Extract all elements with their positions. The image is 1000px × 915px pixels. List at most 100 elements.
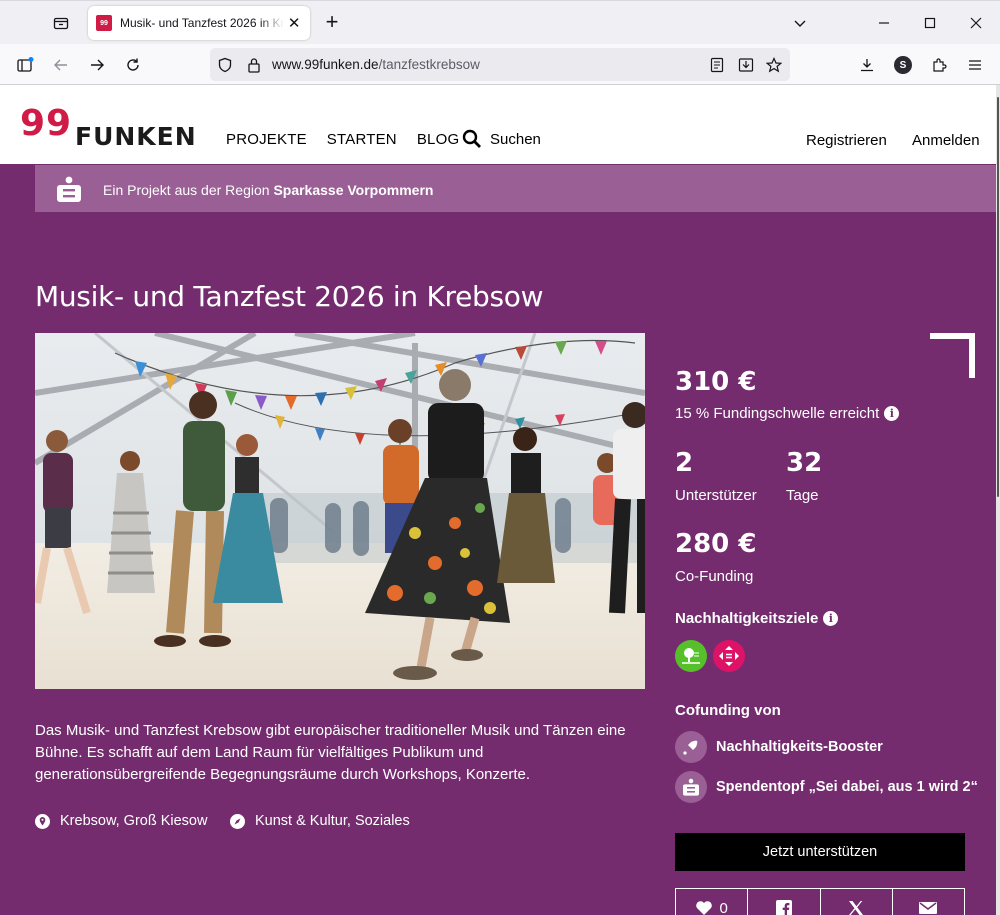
url-text[interactable]: www.99funken.de/tanzfestkrebsow	[272, 57, 480, 72]
like-button[interactable]: 0	[676, 889, 749, 915]
url-path: /tanzfestkrebsow	[378, 57, 480, 72]
account-avatar[interactable]: S	[890, 52, 916, 78]
cofunding-label: Co-Funding	[675, 568, 754, 585]
account-initial: S	[894, 56, 912, 74]
sustainability-heading-text: Nachhaltigkeitsziele	[675, 610, 819, 627]
cofunding-heading: Cofunding von	[675, 702, 781, 720]
sustainability-booster-icon	[675, 731, 707, 763]
cofunding-label-wrap: Co-Funding	[675, 568, 753, 586]
region-text: Ein Projekt aus der Region Sparkasse Vor…	[103, 182, 433, 198]
x-icon	[849, 901, 864, 915]
cofunding-value: 280 €	[675, 529, 757, 559]
back-icon[interactable]	[48, 52, 74, 78]
tab-list-icon[interactable]	[48, 11, 74, 35]
sparkasse-icon	[675, 771, 707, 803]
url-bar[interactable]: www.99funken.de/tanzfestkrebsow	[210, 48, 790, 81]
maximize-icon[interactable]	[918, 11, 942, 35]
supporters-value: 2	[675, 448, 694, 478]
nav-starten[interactable]: STARTEN	[327, 131, 397, 148]
page-scrollbar[interactable]	[996, 85, 1000, 915]
forward-icon[interactable]	[84, 52, 110, 78]
region-banner: Ein Projekt aus der Region Sparkasse Vor…	[35, 165, 996, 212]
project-hero-image	[35, 333, 645, 689]
cofunding-heading-text: Cofunding von	[675, 702, 781, 719]
cofunder-sustainability-booster[interactable]: Nachhaltigkeits-Booster	[675, 731, 883, 763]
corner-bracket-decoration	[930, 333, 975, 378]
days-count: 32	[786, 448, 822, 478]
project-title: Musik- und Tanzfest 2026 in Krebsow	[35, 280, 544, 313]
bookmark-star-icon[interactable]	[763, 54, 785, 76]
lock-icon[interactable]	[243, 54, 265, 76]
search-label: Suchen	[490, 130, 541, 148]
login-link[interactable]: Anmelden	[912, 132, 980, 149]
search-icon	[462, 129, 481, 148]
funding-amount-value: 310 €	[675, 367, 757, 397]
browser-navbar: www.99funken.de/tanzfestkrebsow S	[0, 44, 1000, 85]
location-pin-icon	[35, 813, 50, 829]
reader-view-icon[interactable]	[706, 54, 728, 76]
project-description: Das Musik- und Tanzfest Krebsow gibt eur…	[35, 722, 626, 783]
url-host: www.99funken.de	[272, 57, 379, 72]
sidebar-icon[interactable]	[12, 52, 38, 78]
menu-icon[interactable]	[962, 52, 988, 78]
logo-funken: FUNKEN	[75, 122, 197, 151]
downloads-icon[interactable]	[854, 52, 880, 78]
new-tab-icon[interactable]: +	[320, 11, 344, 35]
main-nav: PROJEKTE STARTEN BLOG	[226, 131, 459, 148]
info-icon[interactable]: i	[823, 611, 839, 626]
share-x-button[interactable]	[821, 889, 893, 915]
supporters-label-wrap: Unterstützer	[675, 487, 757, 505]
tab-title: Musik- und Tanzfest 2026 in Krebsow	[120, 16, 285, 30]
cofunding-amount: 280 €	[675, 529, 756, 559]
tab-overflow-chevron-icon[interactable]	[788, 11, 812, 35]
region-bank[interactable]: Sparkasse Vorpommern	[273, 182, 433, 198]
sdg-life-on-land-icon[interactable]	[675, 640, 707, 672]
active-tab[interactable]: 99 Musik- und Tanzfest 2026 in Krebsow ✕	[88, 6, 310, 40]
days-value: 32	[786, 448, 823, 478]
minimize-icon[interactable]	[872, 11, 896, 35]
search-button[interactable]: Suchen	[462, 129, 541, 149]
nav-projekte[interactable]: PROJEKTE	[226, 131, 307, 148]
browser-tabbar: 99 Musik- und Tanzfest 2026 in Krebsow ✕…	[0, 0, 1000, 44]
sustainability-heading: Nachhaltigkeitsziele i	[675, 610, 839, 628]
project-page: 99 FUNKEN PROJEKTE STARTEN BLOG Suchen R…	[0, 85, 996, 915]
reload-icon[interactable]	[120, 52, 146, 78]
categories-text: Kunst & Kultur, Soziales	[255, 813, 410, 829]
compass-icon	[230, 813, 245, 829]
days-label: Tage	[786, 487, 819, 504]
sparkasse-icon	[57, 176, 81, 202]
days-label-wrap: Tage	[786, 487, 819, 505]
threshold-text: 15 % Fundingschwelle erreicht	[675, 405, 880, 422]
like-count: 0	[719, 899, 728, 915]
nav-blog[interactable]: BLOG	[417, 131, 459, 148]
tab-close-icon[interactable]: ✕	[286, 14, 302, 32]
register-link[interactable]: Registrieren	[806, 132, 887, 149]
supporters-label: Unterstützer	[675, 487, 757, 504]
logo-99: 99	[20, 103, 73, 144]
site-header: 99 FUNKEN PROJEKTE STARTEN BLOG Suchen R…	[0, 85, 996, 164]
sdg-reduced-inequalities-icon[interactable]	[713, 640, 745, 672]
location-text: Krebsow, Groß Kiesow	[60, 813, 208, 829]
share-facebook-button[interactable]	[748, 889, 821, 915]
cofunder-name: Spendentopf „Sei dabei, aus 1 wird 2“	[716, 779, 978, 795]
favicon-icon: 99	[96, 15, 112, 31]
funding-amount: 310 €	[675, 367, 756, 397]
mail-icon	[919, 902, 938, 914]
project-location[interactable]: Krebsow, Groß Kiesow	[35, 813, 207, 829]
funding-threshold: 15 % Fundingschwelle erreicht i	[675, 405, 900, 423]
info-icon[interactable]: i	[884, 406, 900, 421]
share-mail-button[interactable]	[893, 889, 964, 915]
facebook-icon	[775, 900, 792, 915]
support-button[interactable]: Jetzt unterstützen	[675, 833, 965, 871]
save-page-icon[interactable]	[735, 54, 757, 76]
project-categories[interactable]: Kunst & Kultur, Soziales	[230, 813, 410, 829]
extensions-icon[interactable]	[926, 52, 952, 78]
cofunder-spendentopf[interactable]: Spendentopf „Sei dabei, aus 1 wird 2“	[675, 771, 978, 803]
tracking-shield-icon[interactable]	[214, 54, 236, 76]
share-row: 0	[675, 888, 965, 915]
cofunder-name: Nachhaltigkeits-Booster	[716, 739, 883, 755]
supporters-count: 2	[675, 448, 693, 478]
region-prefix: Ein Projekt aus der Region	[103, 182, 274, 198]
heart-icon	[696, 901, 713, 915]
window-close-icon[interactable]	[964, 11, 988, 35]
